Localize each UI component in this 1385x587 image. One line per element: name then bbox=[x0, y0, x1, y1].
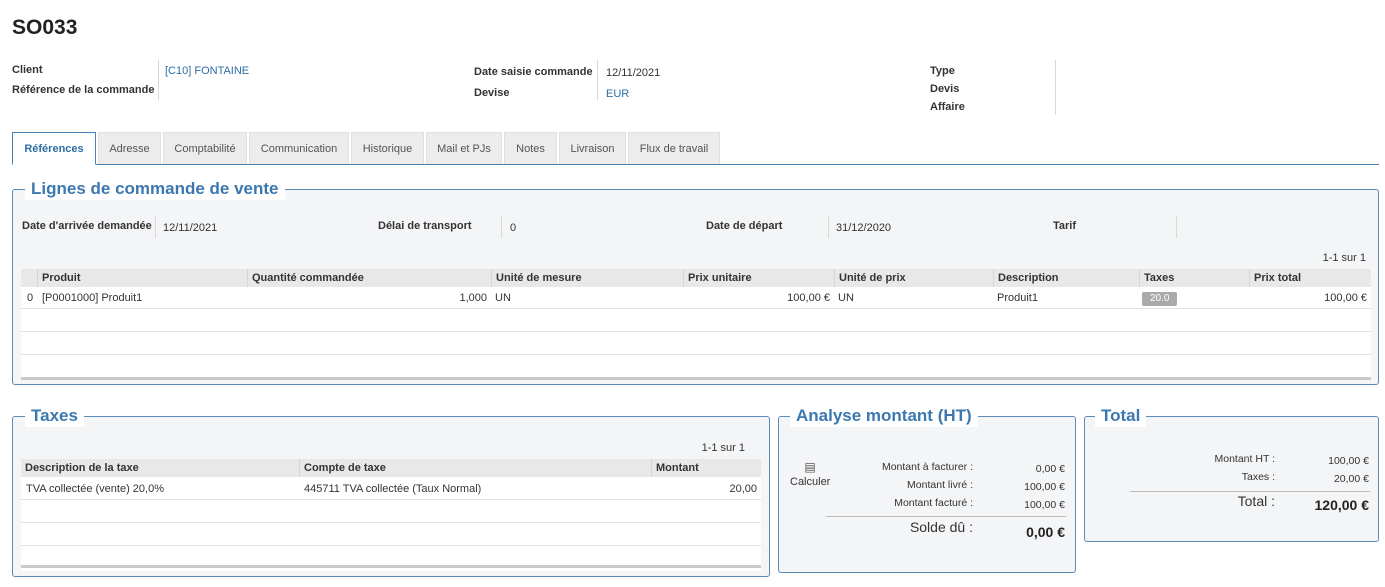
taxes-total-value: 20,00 € bbox=[1333, 473, 1369, 485]
devise-link[interactable]: EUR bbox=[606, 88, 629, 100]
type-label: Type bbox=[930, 65, 955, 77]
table-row bbox=[21, 524, 761, 546]
date-arrivee-label: Date d'arrivée demandée bbox=[22, 220, 152, 232]
affaire-label: Affaire bbox=[930, 101, 965, 113]
column-header[interactable]: Produit bbox=[37, 269, 81, 287]
unit-cell: UN bbox=[495, 292, 511, 304]
column-header[interactable]: Taxes bbox=[1139, 269, 1174, 287]
column-header[interactable]: Montant bbox=[651, 459, 699, 477]
order-lines-section: Lignes de commande de vente Date d'arriv… bbox=[12, 178, 1379, 385]
quantity-cell: 1,000 bbox=[459, 292, 487, 304]
row-number: 0 bbox=[27, 292, 34, 304]
order-lines-table: Produit Quantité commandée Unité de mesu… bbox=[21, 269, 1371, 380]
taxes-section: Taxes 1-1 sur 1 Description de la taxe C… bbox=[12, 405, 770, 577]
column-header[interactable]: Unité de prix bbox=[834, 269, 906, 287]
tab-adresse[interactable]: Adresse bbox=[98, 132, 161, 164]
tax-account-cell: 445711 TVA collectée (Taux Normal) bbox=[304, 483, 482, 495]
taxes-total-label: Taxes : bbox=[1241, 471, 1275, 483]
tax-amount-cell: 20,00 bbox=[729, 483, 757, 495]
page-title: SO033 bbox=[12, 16, 78, 39]
table-row[interactable]: 0 [P0001000] Produit1 1,000 UN 100,00 € … bbox=[21, 287, 1371, 309]
product-cell: [P0001000] Produit1 bbox=[42, 292, 143, 304]
total-section: Total Montant HT : 100,00 € Taxes : 20,0… bbox=[1084, 405, 1379, 542]
column-header[interactable]: Compte de taxe bbox=[299, 459, 386, 477]
tab-notes[interactable]: Notes bbox=[504, 132, 557, 164]
table-scrollbar[interactable] bbox=[21, 565, 761, 568]
solde-value: 0,00 € bbox=[1026, 524, 1065, 540]
total-legend: Total bbox=[1095, 405, 1147, 427]
tab-communication[interactable]: Communication bbox=[249, 132, 349, 164]
analysis-legend: Analyse montant (HT) bbox=[790, 405, 978, 427]
tab-flux-travail[interactable]: Flux de travail bbox=[628, 132, 720, 164]
table-header: Produit Quantité commandée Unité de mesu… bbox=[21, 269, 1371, 287]
livre-label: Montant livré : bbox=[907, 479, 973, 491]
column-header[interactable]: Prix total bbox=[1249, 269, 1301, 287]
client-link[interactable]: [C10] FONTAINE bbox=[165, 65, 249, 77]
a-facturer-label: Montant à facturer : bbox=[881, 461, 973, 473]
total-label: Total : bbox=[1237, 493, 1275, 509]
taxes-pager[interactable]: 1-1 sur 1 bbox=[702, 442, 745, 454]
tarif-label: Tarif bbox=[1053, 220, 1077, 232]
column-header[interactable]: Description de la taxe bbox=[21, 459, 139, 477]
column-header[interactable]: Prix unitaire bbox=[683, 269, 752, 287]
date-saisie-value: 12/11/2021 bbox=[606, 67, 661, 79]
date-saisie-label: Date saisie commande bbox=[474, 66, 593, 78]
tab-historique[interactable]: Historique bbox=[351, 132, 424, 164]
facture-label: Montant facturé : bbox=[894, 497, 973, 509]
date-depart-value: 31/12/2020 bbox=[836, 222, 892, 234]
date-arrivee-value: 12/11/2021 bbox=[163, 222, 218, 234]
tax-description-cell: TVA collectée (vente) 20,0% bbox=[26, 483, 164, 495]
analysis-section: Analyse montant (HT) ▤ Calculer Montant … bbox=[778, 405, 1076, 573]
calculate-button[interactable]: Calculer bbox=[790, 476, 830, 488]
order-lines-legend: Lignes de commande de vente bbox=[25, 178, 285, 200]
taxes-table: Description de la taxe Compte de taxe Mo… bbox=[21, 459, 761, 571]
solde-label: Solde dû : bbox=[909, 519, 973, 535]
montant-ht-label: Montant HT : bbox=[1214, 453, 1276, 465]
calculator-icon[interactable]: ▤ bbox=[799, 460, 821, 474]
total-price-cell: 100,00 € bbox=[1324, 292, 1367, 304]
table-row[interactable]: TVA collectée (vente) 20,0% 445711 TVA c… bbox=[21, 478, 761, 500]
column-header[interactable]: Description bbox=[993, 269, 1059, 287]
description-cell: Produit1 bbox=[997, 292, 1038, 304]
devis-label: Devis bbox=[930, 83, 960, 95]
tab-livraison[interactable]: Livraison bbox=[559, 132, 626, 164]
tab-references[interactable]: Références bbox=[12, 132, 96, 165]
table-row bbox=[21, 501, 761, 523]
tab-comptabilite[interactable]: Comptabilité bbox=[163, 132, 247, 164]
column-header[interactable]: Quantité commandée bbox=[247, 269, 364, 287]
a-facturer-value: 0,00 € bbox=[1035, 463, 1065, 475]
delai-transport-value: 0 bbox=[510, 222, 517, 234]
taxes-legend: Taxes bbox=[25, 405, 84, 427]
price-unit-cell: UN bbox=[838, 292, 854, 304]
order-reference-label: Référence de la commande bbox=[12, 84, 155, 96]
delai-transport-label: Délai de transport bbox=[378, 220, 472, 232]
date-depart-label: Date de départ bbox=[706, 220, 783, 232]
unit-price-cell: 100,00 € bbox=[787, 292, 830, 304]
livre-value: 100,00 € bbox=[1024, 481, 1065, 493]
column-header[interactable]: Unité de mesure bbox=[491, 269, 582, 287]
table-row bbox=[21, 310, 1371, 332]
tab-mail-pjs[interactable]: Mail et PJs bbox=[426, 132, 502, 164]
tab-bar: Références Adresse Comptabilité Communic… bbox=[12, 132, 1379, 165]
client-label: Client bbox=[12, 64, 43, 76]
devise-label: Devise bbox=[474, 87, 510, 99]
montant-ht-value: 100,00 € bbox=[1328, 455, 1369, 467]
tax-badge: 20.0 bbox=[1142, 292, 1178, 306]
table-scrollbar[interactable] bbox=[21, 377, 1371, 380]
table-row bbox=[21, 333, 1371, 355]
order-lines-pager[interactable]: 1-1 sur 1 bbox=[1323, 252, 1366, 264]
facture-value: 100,00 € bbox=[1024, 499, 1065, 511]
total-value: 120,00 € bbox=[1314, 497, 1370, 513]
